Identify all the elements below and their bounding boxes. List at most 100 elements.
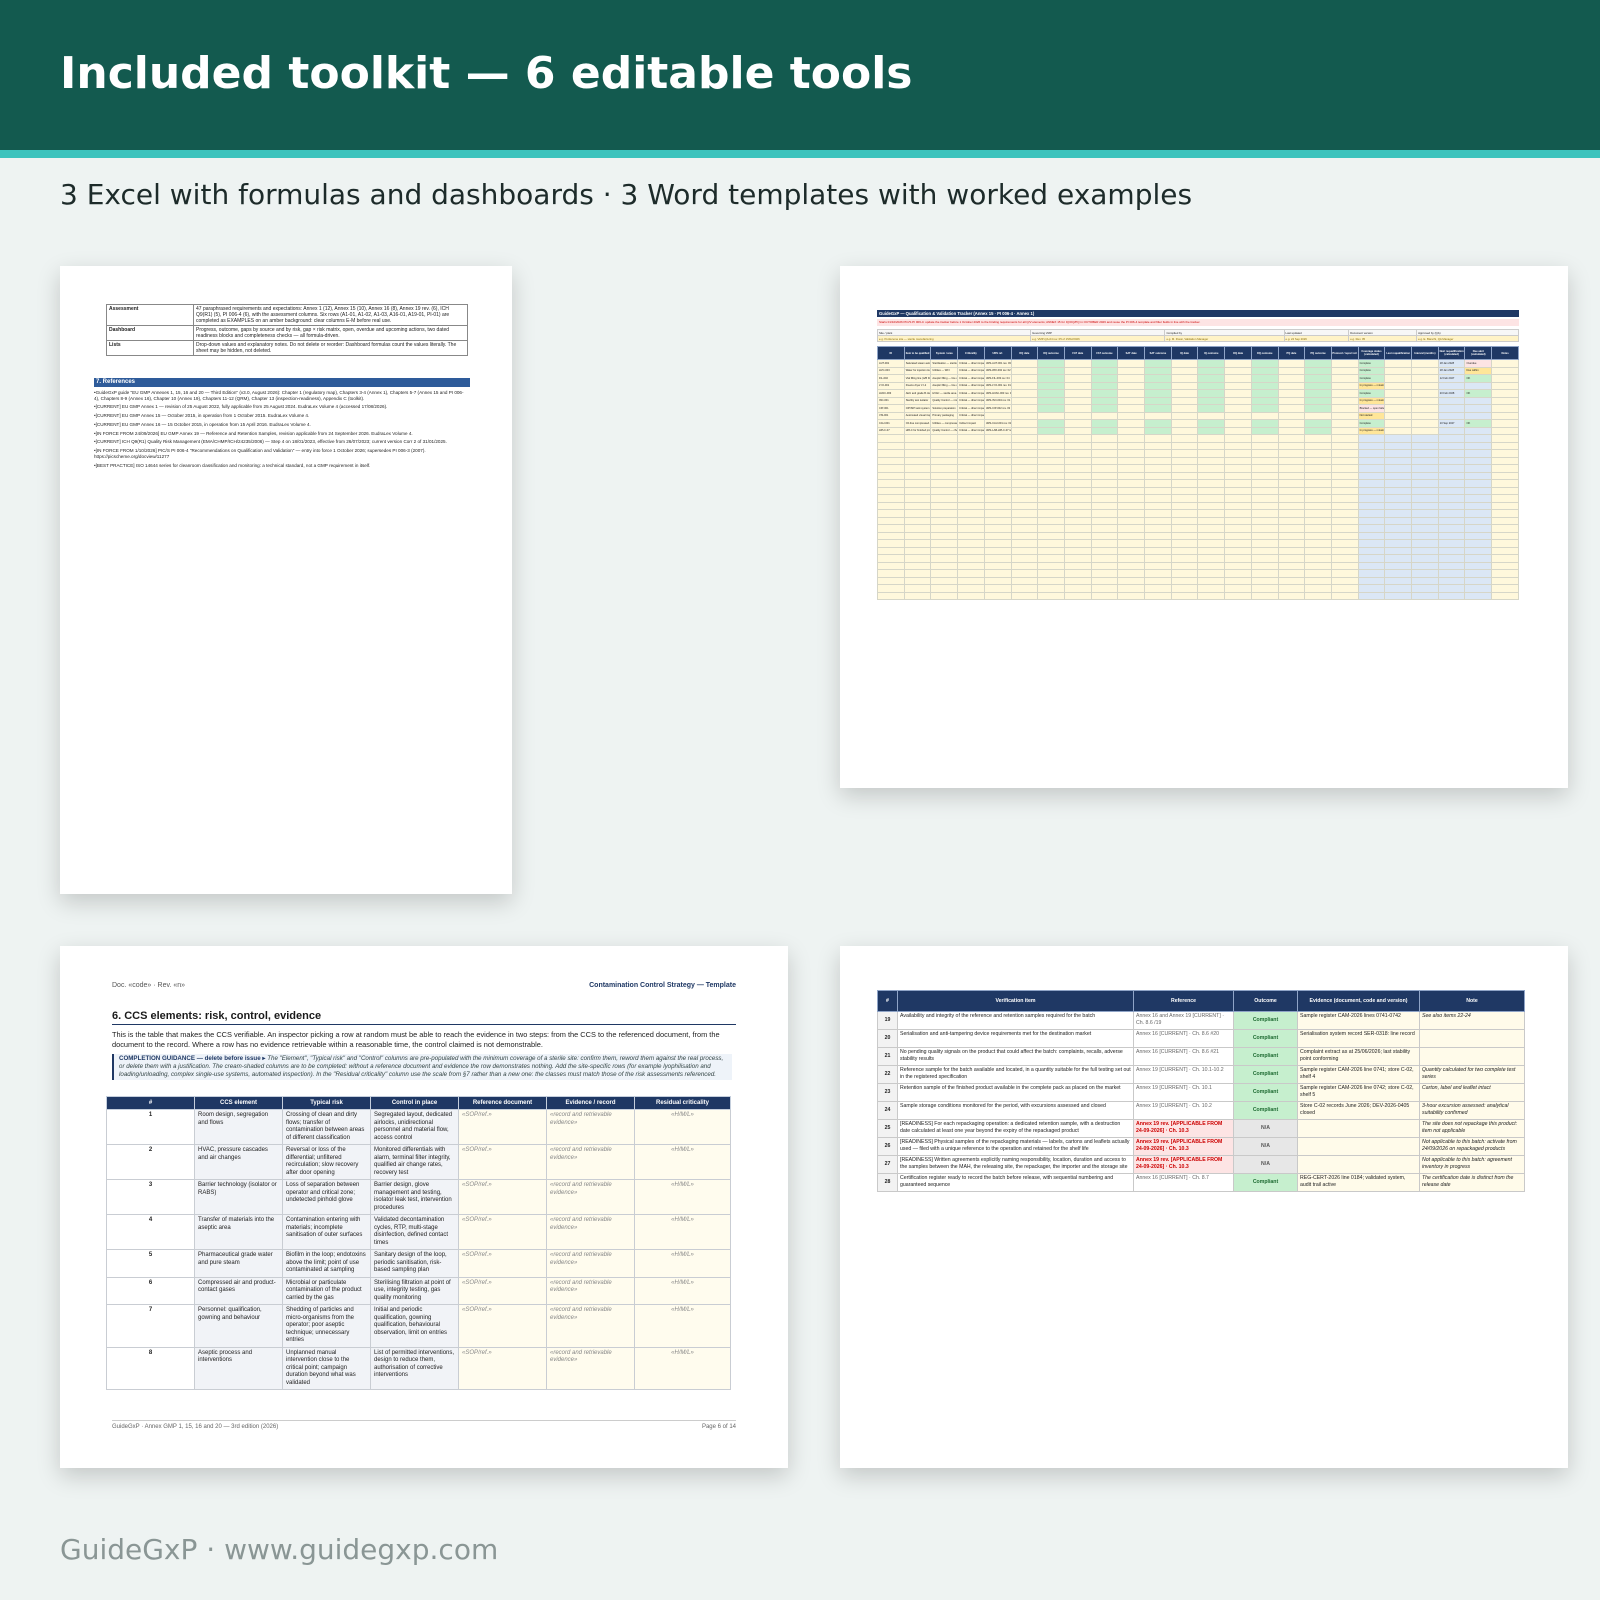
tracker-cell <box>1170 419 1199 428</box>
tracker-cell <box>1330 509 1359 518</box>
tracker-cell <box>1330 569 1359 578</box>
tracker-cell <box>877 516 905 525</box>
control-in-place: Sanitary design of the loop, periodic sa… <box>370 1249 459 1278</box>
tracker-cell <box>877 546 905 555</box>
tracker-cell <box>1090 479 1119 488</box>
tracker-cell <box>1144 419 1172 428</box>
tracker-cell: Vial filling line (A/B RABS) <box>903 374 932 383</box>
tracker-row: INC-001 Sterility test isolator Quality Co… <box>877 396 1519 405</box>
tracker-cell <box>1491 591 1519 600</box>
outcome-badge: Compliant <box>1233 1029 1298 1048</box>
tracker-cell <box>1090 494 1119 503</box>
tracker-cell <box>1464 396 1493 405</box>
tracker-cell <box>1063 584 1092 593</box>
tracker-cell <box>1197 591 1226 600</box>
tracker-cell <box>1250 434 1279 443</box>
tracker-cell <box>1224 449 1252 458</box>
tracker-cell <box>1411 404 1439 413</box>
tracker-cell <box>1304 584 1332 593</box>
evidence-placeholder: «record and retrievable evidence» <box>546 1109 635 1145</box>
tracker-cell <box>1010 501 1039 510</box>
tracker-cell <box>877 464 905 473</box>
tracker-cell <box>1144 584 1172 593</box>
tracker-cell <box>1170 426 1199 435</box>
tracker-cell: In progress — missing PQ <box>1357 381 1386 390</box>
tracker-cell <box>1117 471 1146 480</box>
tracker-cell <box>1250 411 1279 420</box>
tracker-cell <box>957 531 985 540</box>
tracker-cell <box>1037 531 1065 540</box>
tracker-cell <box>1037 576 1065 585</box>
typical-risk: Contamination entering with materials; i… <box>282 1214 371 1250</box>
tracker-cell <box>1170 374 1199 383</box>
tracker-cell <box>1330 524 1359 533</box>
tracker-cell <box>1170 524 1199 533</box>
tracker-cell <box>1144 486 1172 495</box>
tracker-cell <box>1384 381 1413 390</box>
reference: Annex 19 rev. [APPLICABLE FROM 24-09-202… <box>1133 1137 1234 1156</box>
tracker-cell <box>1437 449 1466 458</box>
doc-code: Doc. «code» · Rev. «n» <box>112 982 186 989</box>
tracker-cell <box>1384 456 1413 465</box>
tracker-cell <box>1304 524 1332 533</box>
verification-item: Retention sample of the finished product… <box>897 1083 1134 1102</box>
table-row: 1 Room design, segregation and flows Cross… <box>106 1109 731 1145</box>
row-number: 24 <box>877 1101 898 1120</box>
tracker-cell <box>1037 569 1065 578</box>
tracker-cell: Due within <box>1464 366 1493 375</box>
column-header: DQ date <box>1010 346 1039 360</box>
tracker-cell <box>983 434 1012 443</box>
tracker-cell: CIP/SIP tank system preparation <box>903 404 932 413</box>
table-row: 28 Certification register ready to record… <box>877 1173 1525 1192</box>
row-number: 7 <box>106 1304 195 1348</box>
tracker-cell <box>957 494 985 503</box>
tracker-cell <box>1170 381 1199 390</box>
tracker-cell <box>983 456 1012 465</box>
tracker-cell <box>903 494 932 503</box>
tracker-cell <box>1037 381 1065 390</box>
tracker-cell <box>983 464 1012 473</box>
tracker-cell <box>930 576 959 585</box>
reference: Annex 19 rev. [APPLICABLE FROM 24-09-202… <box>1133 1119 1234 1138</box>
tracker-cell <box>1063 411 1092 420</box>
tracker-cell <box>1063 374 1092 383</box>
tracker-cell <box>1063 569 1092 578</box>
tracker-cell <box>1197 404 1226 413</box>
table-row: 21 No pending quality signals on the prod… <box>877 1047 1525 1066</box>
tracker-cell <box>1464 584 1493 593</box>
note: The certification date is distinct from … <box>1419 1173 1525 1192</box>
table-row: 27 [READINESS] Written agreements explici… <box>877 1155 1525 1174</box>
tracker-cell <box>1330 359 1359 368</box>
tracker-cell <box>1384 471 1413 480</box>
column-header: # <box>877 990 898 1012</box>
tracker-cell <box>1491 359 1519 368</box>
tracker-cell <box>1411 449 1439 458</box>
tracker-cell <box>1010 524 1039 533</box>
tracker-cell <box>1224 494 1252 503</box>
column-header: Verification item <box>897 990 1134 1012</box>
tracker-cell: Critical — direct impact <box>957 396 985 405</box>
tracker-cell <box>903 576 932 585</box>
tracker-cell: Solution preparation <box>930 404 959 413</box>
outcome-badge: Compliant <box>1233 1173 1298 1192</box>
tracker-cell <box>983 524 1012 533</box>
tracker-cell: Water for injection loop <box>903 366 932 375</box>
tracker-cell <box>1037 411 1065 420</box>
tracker-cell <box>1304 569 1332 578</box>
evidence-placeholder: «record and retrievable evidence» <box>546 1179 635 1215</box>
tracker-cell <box>1063 396 1092 405</box>
tracker-cell <box>1063 426 1092 435</box>
tracker-cell <box>930 516 959 525</box>
criticality-placeholder: «H/M/L» <box>634 1144 731 1180</box>
tracker-cell <box>1437 584 1466 593</box>
tracker-row <box>877 531 1519 540</box>
tracker-cell <box>903 434 932 443</box>
sheet-description: Drop-down values and explanatory notes. … <box>193 340 468 356</box>
tracker-cell <box>957 509 985 518</box>
tracker-row <box>877 516 1519 525</box>
tracker-cell <box>903 591 932 600</box>
tracker-cell <box>1304 486 1332 495</box>
tracker-cell <box>1250 509 1279 518</box>
tracker-cell <box>1170 584 1199 593</box>
tracker-cell <box>1224 554 1252 563</box>
